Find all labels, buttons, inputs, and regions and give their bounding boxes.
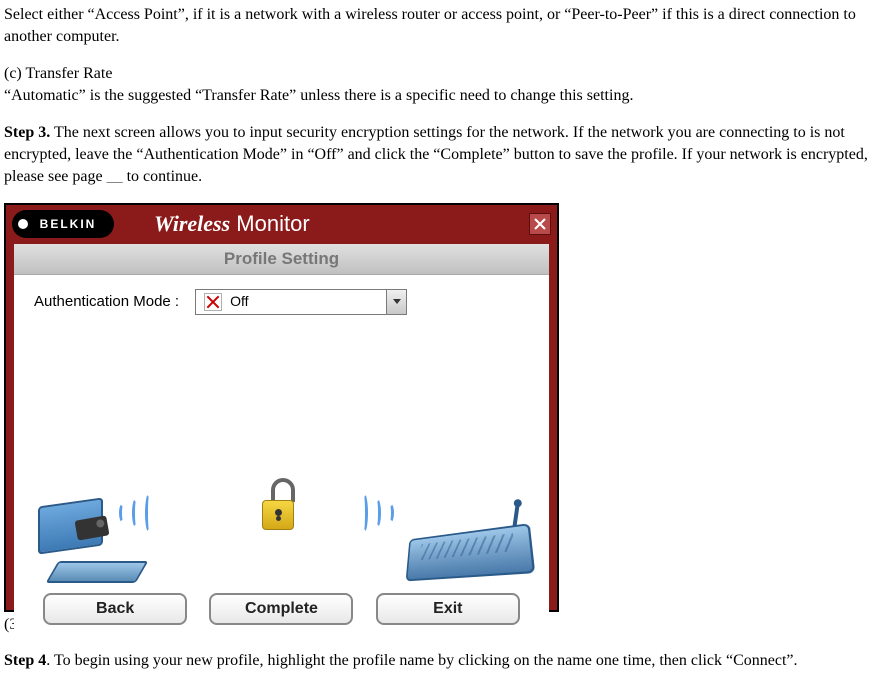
section-c-body: “Automatic” is the suggested “Transfer R… <box>4 87 633 104</box>
auth-mode-row: Authentication Mode : Off <box>14 275 549 329</box>
page-reference-placeholder: __ <box>107 168 123 185</box>
step-4-label: Step 4 <box>4 652 46 669</box>
step-3-paragraph: Step 3. The next screen allows you to in… <box>4 122 871 189</box>
chevron-down-icon <box>393 299 401 304</box>
belkin-logo: BELKIN <box>12 210 114 238</box>
section-c: (c) Transfer Rate “Automatic” is the sug… <box>4 63 871 108</box>
step-3-label: Step 3. <box>4 124 50 141</box>
logo-dot-icon <box>18 219 28 229</box>
paragraph-access-point: Select either “Access Point”, if it is a… <box>4 4 871 49</box>
exit-button[interactable]: Exit <box>376 593 520 625</box>
router-icon <box>379 513 529 583</box>
logo-text: BELKIN <box>40 216 97 233</box>
padlock-open-icon <box>259 478 299 530</box>
content-panel: Authentication Mode : Off <box>14 275 549 633</box>
dropdown-arrow-button[interactable] <box>386 290 406 314</box>
subtitle-text: Profile Setting <box>224 247 339 271</box>
signal-waves-left-icon <box>119 493 153 533</box>
title-monitor: Monitor <box>230 211 309 236</box>
window-title: Wireless Monitor <box>154 209 310 240</box>
close-button[interactable] <box>529 213 551 235</box>
back-button[interactable]: Back <box>43 593 187 625</box>
titlebar: BELKIN Wireless Monitor <box>6 205 557 244</box>
subtitle-bar: Profile Setting <box>14 244 549 275</box>
off-icon <box>204 293 222 311</box>
complete-button[interactable]: Complete <box>209 593 353 625</box>
button-row: Back Complete Exit <box>14 593 549 625</box>
title-wireless: Wireless <box>154 211 230 236</box>
auth-mode-label: Authentication Mode : <box>34 291 179 312</box>
auth-mode-value: Off <box>230 292 248 312</box>
auth-mode-dropdown[interactable]: Off <box>195 289 407 315</box>
wireless-monitor-window: BELKIN Wireless Monitor Profile Setting … <box>4 203 559 612</box>
content-background: Profile Setting Authentication Mode : Of… <box>6 244 557 610</box>
step-4-paragraph: Step 4. To begin using your new profile,… <box>4 650 871 672</box>
section-c-heading: (c) Transfer Rate <box>4 65 112 82</box>
step-4-body: . To begin using your new profile, highl… <box>46 652 797 669</box>
step-3-tail: to continue. <box>123 168 203 185</box>
close-icon <box>534 218 546 230</box>
network-illustration <box>14 463 549 583</box>
